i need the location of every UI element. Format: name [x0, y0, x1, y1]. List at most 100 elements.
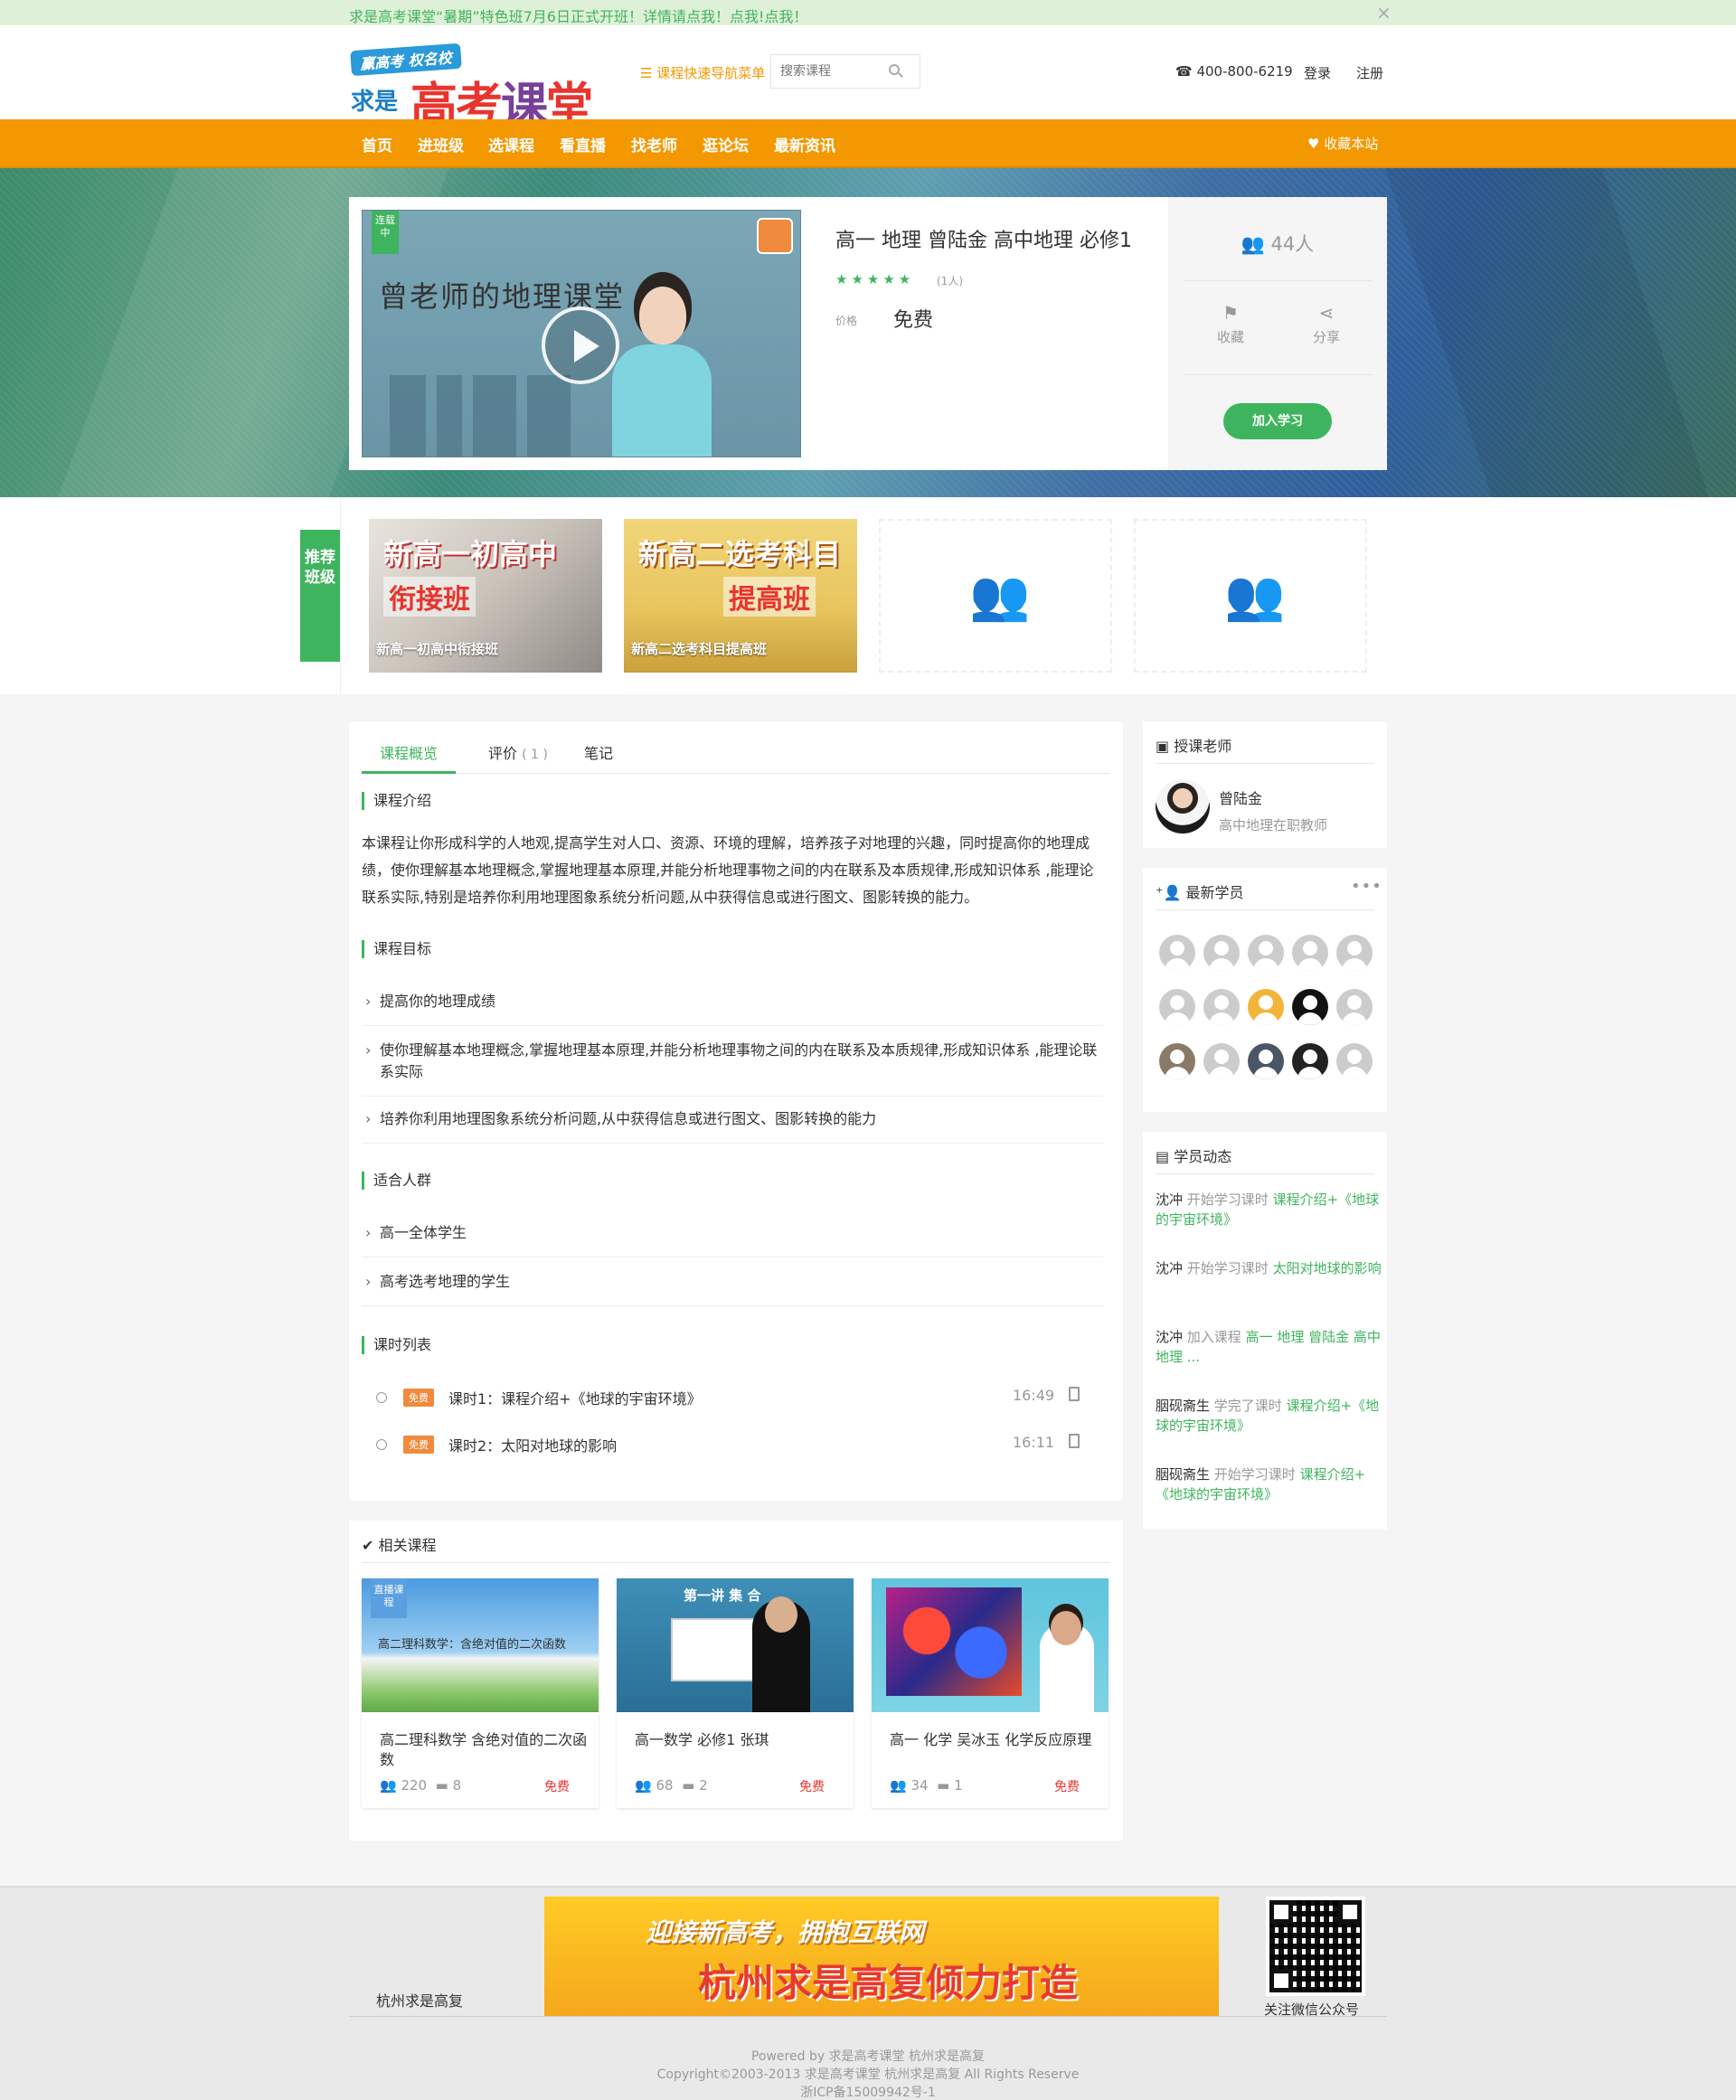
- quick-nav-menu[interactable]: ☰ 课程快速导航菜单: [640, 63, 765, 82]
- students-icon: 👥: [635, 1777, 652, 1794]
- course-title: 高一 地理 曾陆金 高中地理 必修1: [835, 230, 1132, 252]
- search-input[interactable]: [771, 55, 880, 88]
- nav-classes[interactable]: 进班级: [418, 133, 464, 155]
- rating-count: (1人): [937, 275, 963, 287]
- notice-link[interactable]: 求是高考课堂“暑期”特色班7月6日正式开班！详情请点我！点我!点我！: [349, 5, 807, 26]
- teacher-heading: ▣ 授课老师: [1156, 738, 1232, 755]
- notice-bar: 求是高考课堂“暑期”特色班7月6日正式开班！详情请点我！点我!点我！ ×: [0, 0, 1736, 25]
- related-courses: ✔ 相关课程 高二理科数学：含绝对值的二次函数 直播课程 高二理科数学 含绝对值…: [349, 1521, 1123, 1841]
- course-thumbnail: [872, 1578, 1109, 1712]
- tab-reviews[interactable]: 评价 ( 1 ): [488, 741, 548, 763]
- students-icon: 👥: [890, 1777, 907, 1794]
- tab-overview[interactable]: 课程概览: [380, 741, 438, 763]
- course-stats: 👥 220 ▬ 8: [380, 1777, 462, 1794]
- price-tag: 免费: [544, 1780, 570, 1794]
- teacher-avatar[interactable]: [1156, 779, 1210, 833]
- course-actions-panel: 👥 44人 ⚑ 收藏 ⋖ 分享 加入学习: [1168, 197, 1387, 470]
- course-thumbnail: 第一讲 集 合: [617, 1578, 854, 1712]
- student-activity-panel: ▤ 学员动态 沈冲 开始学习课时 课程介绍+《地球的宇宙环境》 沈冲 开始学习课…: [1143, 1132, 1387, 1530]
- more-icon[interactable]: •••: [1351, 877, 1382, 896]
- section-heading: 课程介绍: [362, 792, 431, 810]
- avatar[interactable]: [1159, 935, 1195, 971]
- bookmark-site-link[interactable]: ♥ 收藏本站: [1307, 134, 1378, 153]
- avatar[interactable]: [1159, 989, 1195, 1025]
- course-card: 曾老师的地理课堂 连载中 高一 地理 曾陆金 高中地理 必修1 ★★★★★ (1…: [349, 197, 1387, 470]
- nav-news[interactable]: 最新资讯: [774, 133, 835, 155]
- lesson-title: 课时2：太阳对地球的影响: [448, 1437, 618, 1455]
- avatar[interactable]: [1248, 935, 1284, 971]
- copyright: Copyright©2003-2013 求是高考课堂 杭州求是高复 All Ri…: [656, 2067, 1080, 2082]
- activity-item: 沈冲 加入课程 高一 地理 曾陆金 高中地理 ...: [1156, 1329, 1381, 1365]
- price-tag: 免费: [799, 1780, 825, 1794]
- document-icon: [1069, 1387, 1080, 1401]
- activity-item: 胭砚斋生 学完了课时 课程介绍+《地球的宇宙环境》: [1156, 1398, 1380, 1434]
- activity-item: 沈冲 开始学习课时 课程介绍+《地球的宇宙环境》: [1156, 1191, 1380, 1228]
- recommended-tab: 推荐班级: [300, 530, 340, 662]
- join-course-button[interactable]: 加入学习: [1223, 403, 1332, 439]
- recommended-class-card[interactable]: 新高二选考科目 提高班 新高二选考科目提高班: [624, 519, 857, 673]
- free-tag: 免费: [403, 1436, 434, 1454]
- tab-notes[interactable]: 笔记: [584, 741, 613, 763]
- section-heading: 课时列表: [362, 1336, 431, 1354]
- lesson-status-icon: [376, 1392, 387, 1403]
- nav-home[interactable]: 首页: [362, 133, 392, 155]
- avatar[interactable]: [1203, 989, 1240, 1025]
- course-stats: 👥 68 ▬ 2: [635, 1777, 708, 1794]
- related-course-name: 高一数学 必修1 张琪: [635, 1731, 769, 1748]
- related-course-card[interactable]: 第一讲 集 合 高一数学 必修1 张琪 👥 68 ▬ 2 免费: [617, 1578, 854, 1808]
- recommended-class-card[interactable]: 新高一初高中 衔接班 新高一初高中衔接班: [369, 519, 602, 673]
- avatar[interactable]: [1292, 989, 1328, 1025]
- login-link[interactable]: 登录: [1304, 63, 1331, 82]
- avatar[interactable]: [1292, 1043, 1328, 1079]
- comments-icon: ▬: [682, 1777, 695, 1794]
- lesson-duration: 16:49: [1013, 1387, 1055, 1404]
- close-icon[interactable]: ×: [1376, 2, 1392, 24]
- avatar[interactable]: [1203, 1043, 1240, 1079]
- course-detail-panel: 课程概览 评价 ( 1 ) 笔记 课程介绍 本课程让你形成科学的人地观,提高学生…: [349, 721, 1123, 1501]
- goal-item: 提高你的地理成绩: [362, 991, 1103, 1012]
- nav-courses[interactable]: 选课程: [488, 133, 534, 155]
- serial-badge: 连载中: [372, 211, 399, 254]
- favorite-button[interactable]: ⚑ 收藏: [1208, 302, 1253, 346]
- wechat-qr-code: [1266, 1897, 1365, 1996]
- students-heading: ⁺👤 最新学员: [1156, 884, 1244, 901]
- teacher-name[interactable]: 曾陆金: [1219, 786, 1262, 808]
- avatar[interactable]: [1292, 935, 1328, 971]
- lesson-row[interactable]: 免费 课时1：课程介绍+《地球的宇宙环境》 16:49: [362, 1385, 1103, 1417]
- course-thumbnail: 高二理科数学：含绝对值的二次函数 直播课程: [362, 1578, 599, 1712]
- avatar[interactable]: [1248, 989, 1284, 1025]
- avatar[interactable]: [1336, 1043, 1373, 1079]
- bookmark-icon: ⚑: [1222, 302, 1239, 324]
- goal-item: 培养你利用地理图象系统分析问题,从中获得信息或进行图文、图影转换的能力: [362, 1108, 1103, 1130]
- avatar[interactable]: [1203, 935, 1240, 971]
- nav-teachers[interactable]: 找老师: [631, 133, 677, 155]
- nav-live[interactable]: 看直播: [560, 133, 606, 155]
- avatar[interactable]: [1336, 935, 1373, 971]
- related-course-card[interactable]: 高一 化学 吴冰玉 化学反应原理 👥 34 ▬ 1 免费: [872, 1578, 1109, 1808]
- related-course-name: 高一 化学 吴冰玉 化学反应原理: [890, 1731, 1092, 1748]
- comments-icon: ▬: [937, 1777, 950, 1794]
- search-icon[interactable]: [889, 64, 900, 75]
- share-button[interactable]: ⋖ 分享: [1304, 302, 1349, 346]
- lesson-row[interactable]: 免费 课时2：太阳对地球的影响 16:11: [362, 1432, 1103, 1464]
- price-label: 价格: [835, 315, 858, 327]
- detail-tabs: 课程概览 评价 ( 1 ) 笔记: [362, 721, 1110, 774]
- avatar[interactable]: [1336, 989, 1373, 1025]
- related-course-card[interactable]: 高二理科数学：含绝对值的二次函数 直播课程 高二理科数学 含绝对值的二次函数 👥…: [362, 1578, 599, 1808]
- icp-number[interactable]: 浙ICP备15009942号-1: [0, 2083, 1736, 2100]
- phone-number: ☎ 400-800-6219: [1175, 63, 1293, 80]
- footer-banner[interactable]: 迎接新高考，拥抱互联网 杭州求是高复倾力打造: [544, 1897, 1219, 2016]
- course-video-player[interactable]: 曾老师的地理课堂 连载中: [362, 210, 801, 457]
- play-icon[interactable]: [542, 306, 619, 384]
- course-price: 免费: [893, 309, 934, 332]
- footer-company: 杭州求是高复: [376, 1992, 464, 2010]
- register-link[interactable]: 注册: [1356, 63, 1383, 82]
- share-icon: ⋖: [1318, 302, 1335, 324]
- class-caption: 新高一初高中衔接班: [376, 641, 499, 657]
- channel-logo-icon: [757, 218, 793, 254]
- nav-forum[interactable]: 逛论坛: [703, 133, 749, 155]
- avatar[interactable]: [1159, 1043, 1195, 1079]
- recommended-classes: 推荐班级 新高一初高中 衔接班 新高一初高中衔接班 新高二选考科目 提高班 新高…: [0, 497, 1736, 694]
- empty-class-slot: 👥: [1134, 519, 1367, 673]
- avatar[interactable]: [1248, 1043, 1284, 1079]
